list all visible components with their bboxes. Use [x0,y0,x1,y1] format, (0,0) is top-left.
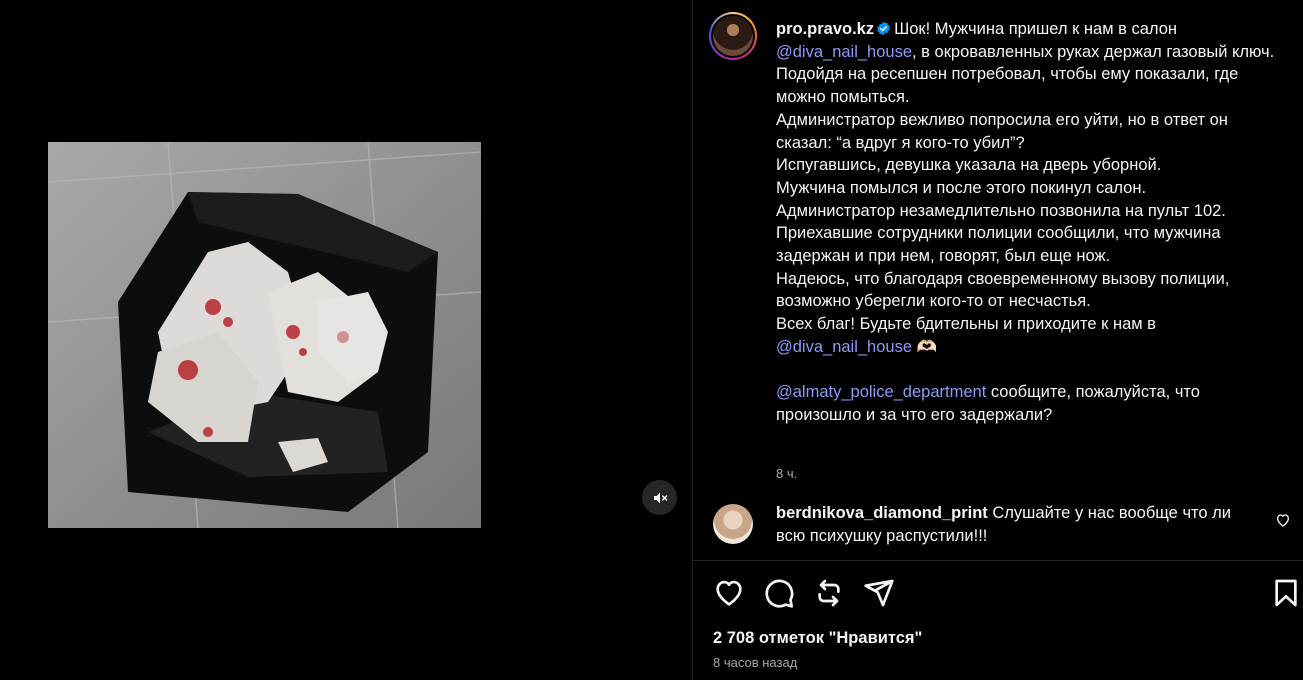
muted-speaker-icon [653,492,667,503]
mention-link[interactable]: @almaty_police_department [776,383,986,401]
caption-segment: Надеюсь, что благодаря своевременному вы… [776,269,1230,311]
caption-segment: Мужчина помылся и после этого покинул са… [776,178,1147,197]
caption-segment: , в окровавленных руках держал газовый к… [912,42,1275,61]
post-timestamp[interactable]: 8 ч. [776,466,797,481]
caption-text: Шок! Мужчина пришел к нам в салон @diva_… [776,20,1274,424]
comment-icon[interactable] [763,577,795,609]
caption-segment: Испугавшись, девушка указала на дверь уб… [776,156,1162,175]
caption-segment: Всех благ! Будьте бдительны и приходите … [776,315,1156,334]
author-username[interactable]: pro.pravo.kz [776,20,874,38]
repost-icon[interactable] [813,577,845,609]
comment-like-heart-icon[interactable] [1275,512,1291,528]
verified-badge-icon [877,21,890,36]
caption-segment: 🫶🏻 [912,337,938,356]
post-details-panel: pro.pravo.kz Шок! Мужчина пришел к нам в … [692,0,1303,680]
commenter-avatar[interactable] [713,504,753,544]
post-caption: pro.pravo.kz Шок! Мужчина пришел к нам в … [776,18,1281,427]
commenter-username[interactable]: berdnikova_diamond_print [776,504,988,522]
avatar-image [711,14,755,58]
like-count[interactable]: 2 708 отметок "Нравится" [713,629,922,648]
mute-button[interactable] [642,480,677,515]
bookmark-icon[interactable] [1270,577,1302,609]
post-media [0,0,692,680]
mention-link[interactable]: @diva_nail_house [776,43,912,61]
caption-segment: Подойдя на ресепшен потребовал, чтобы ем… [776,65,1239,107]
action-bar [693,560,1303,626]
post-photo[interactable] [48,142,481,528]
mention-link[interactable]: @diva_nail_house [776,338,912,356]
heart-icon[interactable] [713,577,745,609]
post-date[interactable]: 8 часов назад [713,655,797,670]
caption-segment: Администратор вежливо попросила его уйти… [776,110,1228,152]
caption-segment: Администратор незамедлительно позвонила … [776,201,1226,220]
share-icon[interactable] [863,577,895,609]
trash-bin-photo [48,142,481,528]
comment-text: berdnikova_diamond_print Слушайте у нас … [776,502,1256,547]
caption-segment: Приехавшие сотрудники полиции сообщили, … [776,224,1221,266]
caption-segment: Шок! Мужчина пришел к нам в салон [894,20,1178,38]
author-avatar[interactable] [709,12,757,60]
